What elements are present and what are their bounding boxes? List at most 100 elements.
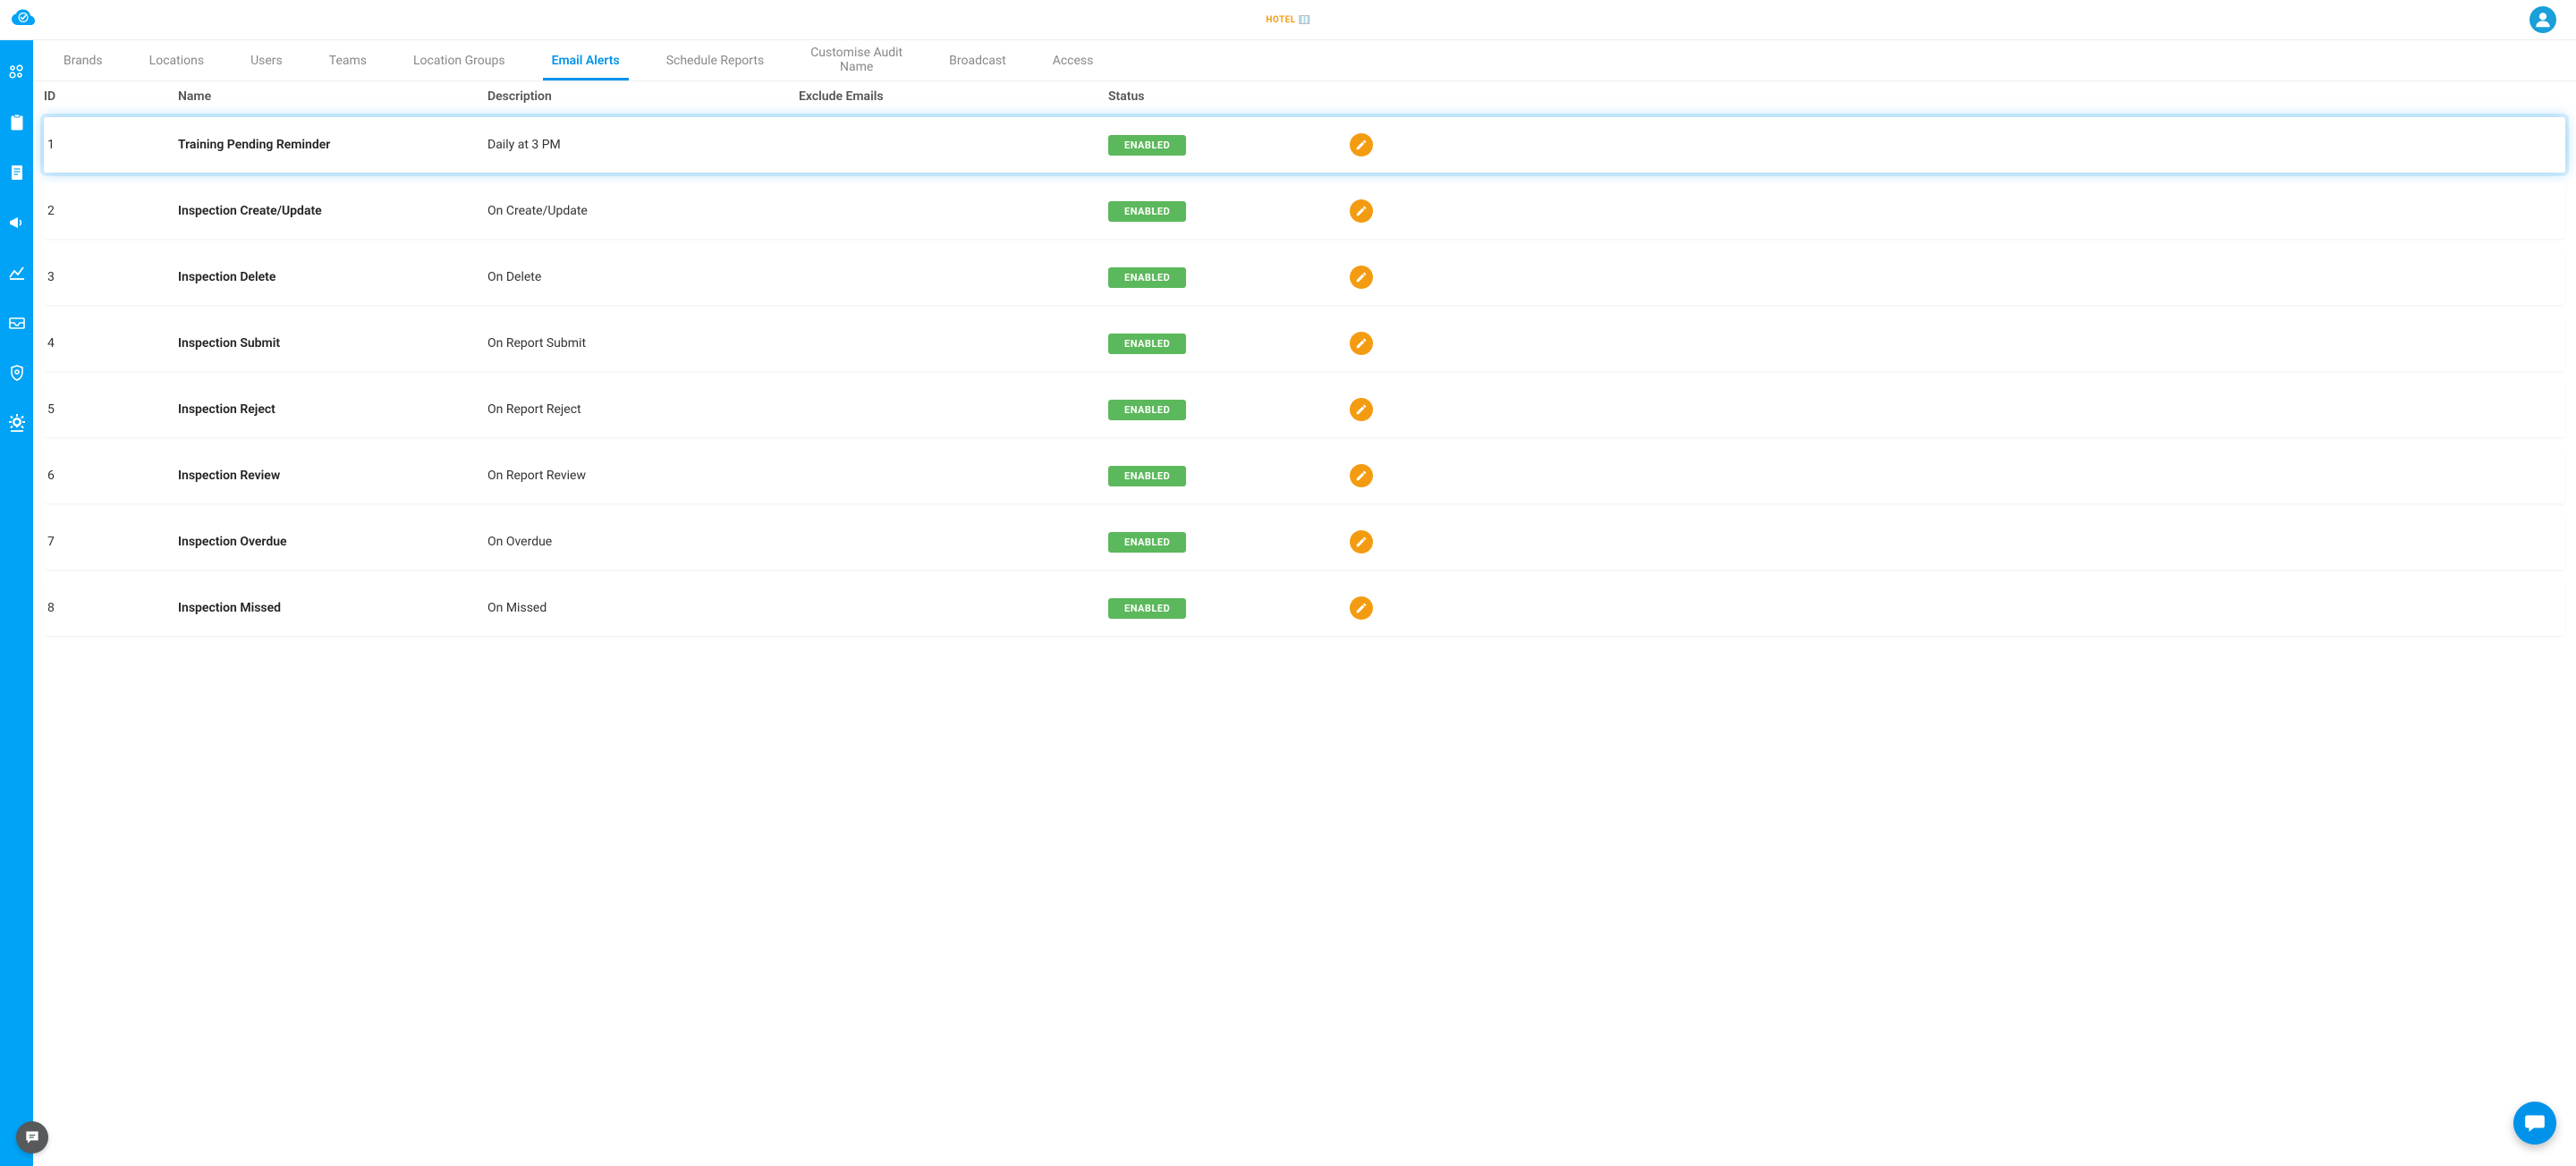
tabs-nav: Brands Locations Users Teams Location Groups… [33,40,2576,81]
tab-customise-audit-name[interactable]: Customise AuditName [807,41,906,80]
cell-status: ENABLED [1108,267,1305,288]
table-row[interactable]: 7Inspection OverdueOn Overdue ENABLED [44,514,2565,570]
edit-button[interactable] [1350,530,1373,553]
speech-bubble-icon [2523,1111,2546,1135]
cell-status: ENABLED [1108,532,1305,553]
table-row[interactable]: 5Inspection RejectOn Report Reject ENABLE… [44,382,2565,437]
edit-button[interactable] [1350,266,1373,289]
pencil-icon [1355,602,1368,614]
cell-name: Inspection Reject [178,402,487,417]
sidebar-item-announce[interactable] [7,213,27,232]
cell-status: ENABLED [1108,334,1305,354]
table-row[interactable]: 2Inspection Create/UpdateOn Create/Updat… [44,183,2565,239]
tab-label-line: Name [810,61,902,74]
edit-button[interactable] [1350,464,1373,487]
cell-status: ENABLED [1108,466,1305,486]
pencil-icon [1355,139,1368,151]
chat-icon [23,1128,41,1146]
cell-name: Inspection Create/Update [178,204,487,218]
table-header: ID Name Description Exclude Emails Statu… [33,81,2576,112]
edit-button[interactable] [1350,398,1373,421]
cell-description: On Report Submit [487,336,799,351]
brand-icon [1300,15,1310,24]
cell-id: 8 [44,601,178,615]
edit-button[interactable] [1350,332,1373,355]
gear-icon [8,413,26,433]
status-badge[interactable]: ENABLED [1108,532,1186,553]
cell-name: Training Pending Reminder [178,138,487,152]
status-badge[interactable]: ENABLED [1108,201,1186,222]
pencil-icon [1355,337,1368,350]
cell-description: On Report Reject [487,402,799,417]
sidebar-item-clipboard[interactable] [7,113,27,132]
tab-access[interactable]: Access [1049,42,1097,80]
cell-name: Inspection Overdue [178,535,487,549]
status-badge[interactable]: ENABLED [1108,267,1186,288]
inbox-icon [8,315,26,331]
pencil-icon [1355,205,1368,217]
table-row[interactable]: 3Inspection DeleteOn Delete ENABLED [44,249,2565,305]
cell-id: 7 [44,535,178,549]
col-description: Description [487,89,799,104]
chart-icon [8,264,26,282]
cell-id: 1 [44,138,178,152]
profile-avatar-button[interactable] [2529,6,2556,33]
topbar: HOTEL [0,0,2576,40]
clipboard-icon [9,114,25,131]
status-badge[interactable]: ENABLED [1108,135,1186,156]
pencil-icon [1355,469,1368,482]
sidebar-item-security[interactable] [7,363,27,383]
cell-id: 3 [44,270,178,284]
table-row[interactable]: 8Inspection MissedOn Missed ENABLED [44,580,2565,636]
cell-description: On Missed [487,601,799,615]
floating-chat-button[interactable] [2513,1102,2556,1145]
table-row[interactable]: 1Training Pending ReminderDaily at 3 PME… [44,117,2565,173]
col-exclude: Exclude Emails [799,89,1108,104]
pencil-icon [1355,271,1368,283]
cell-name: Inspection Missed [178,601,487,615]
table-body: 1Training Pending ReminderDaily at 3 PME… [33,117,2576,673]
app-logo[interactable] [7,7,52,32]
col-status: Status [1108,89,1305,104]
tab-schedule-reports[interactable]: Schedule Reports [663,42,767,80]
brand-text: HOTEL [1266,15,1295,25]
status-badge[interactable]: ENABLED [1108,400,1186,420]
table-row[interactable]: 6Inspection ReviewOn Report ReviewENABLE… [44,448,2565,503]
pencil-icon [1355,403,1368,416]
cell-description: On Report Review [487,469,799,483]
tab-broadcast[interactable]: Broadcast [945,42,1010,80]
cell-name: Inspection Delete [178,270,487,284]
brand-label: HOTEL [1266,15,1309,25]
sidebar-item-apps[interactable] [7,63,27,82]
cell-description: On Overdue [487,535,799,549]
sidebar-item-settings[interactable] [7,413,27,433]
tab-teams[interactable]: Teams [326,42,370,80]
help-chat-button[interactable] [16,1121,48,1153]
col-name: Name [178,89,487,104]
status-badge[interactable]: ENABLED [1108,334,1186,354]
sidebar-item-document[interactable] [7,163,27,182]
tab-location-groups[interactable]: Location Groups [410,42,509,80]
cell-description: On Create/Update [487,204,799,218]
status-badge[interactable]: ENABLED [1108,466,1186,486]
sidebar-item-inbox[interactable] [7,313,27,333]
tab-brands[interactable]: Brands [60,42,106,80]
cell-id: 5 [44,402,178,417]
document-icon [9,164,25,182]
sidebar-item-analytics[interactable] [7,263,27,283]
cell-name: Inspection Review [178,469,487,483]
user-icon [2533,10,2553,30]
status-badge[interactable]: ENABLED [1108,598,1186,619]
tab-users[interactable]: Users [247,42,286,80]
edit-button[interactable] [1350,133,1373,156]
cell-description: On Delete [487,270,799,284]
edit-button[interactable] [1350,199,1373,223]
cell-status: ENABLED [1108,598,1305,619]
cell-status: ENABLED [1108,400,1305,420]
cell-status: ENABLED [1108,201,1305,222]
table-row[interactable]: 4Inspection SubmitOn Report SubmitENABLE… [44,316,2565,371]
tab-email-alerts[interactable]: Email Alerts [548,42,623,80]
tab-locations[interactable]: Locations [146,42,208,80]
cell-name: Inspection Submit [178,336,487,351]
edit-button[interactable] [1350,596,1373,620]
